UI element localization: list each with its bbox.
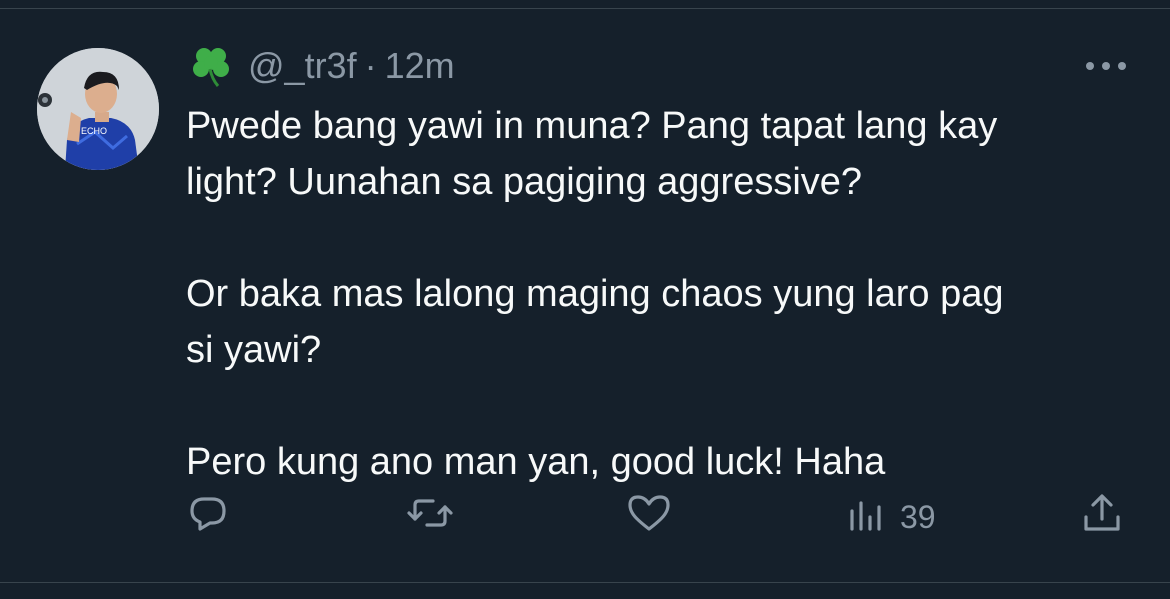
top-divider	[0, 8, 1170, 9]
views-icon	[846, 491, 886, 543]
views-count: 39	[900, 498, 936, 535]
tweet-text: Pwede bang yawi in muna? Pang tapat lang…	[186, 105, 1004, 483]
tweet-timestamp[interactable]: 12m	[385, 45, 455, 87]
author-meta: @_tr3f · 12m	[248, 45, 455, 87]
action-bar: 39	[0, 492, 1170, 542]
bottom-divider	[0, 582, 1170, 583]
like-button[interactable]	[626, 492, 672, 542]
tweet-header: @_tr3f · 12m	[188, 40, 455, 92]
author-handle[interactable]: @_tr3f	[248, 45, 357, 87]
avatar[interactable]: ECHO	[37, 48, 159, 170]
share-icon	[1080, 491, 1124, 543]
meta-separator: ·	[364, 45, 377, 86]
heart-icon	[626, 491, 672, 543]
reply-button[interactable]	[186, 492, 230, 542]
avatar-jersey-text: ECHO	[81, 126, 107, 136]
reply-icon	[186, 491, 230, 543]
views-button[interactable]: 39	[846, 492, 936, 542]
clover-emoji	[188, 43, 234, 89]
retweet-button[interactable]	[405, 492, 455, 542]
share-button[interactable]	[1080, 492, 1124, 542]
retweet-icon	[405, 491, 455, 543]
more-icon[interactable]	[1082, 52, 1130, 80]
